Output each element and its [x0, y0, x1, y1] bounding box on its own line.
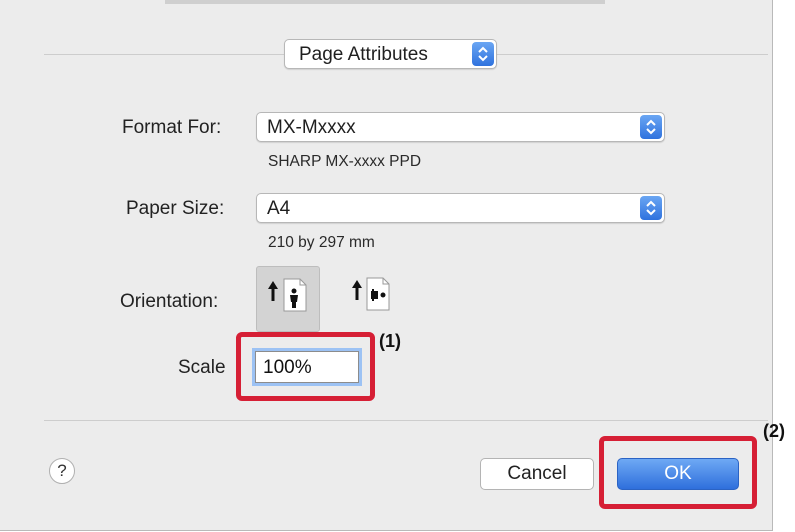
orientation-portrait-button[interactable] — [256, 266, 320, 332]
panel-selector-label: Page Attributes — [299, 44, 428, 65]
highlight-box-scale — [236, 332, 375, 401]
scale-label: Scale — [178, 357, 226, 378]
format-for-popup[interactable]: MX-Mxxxx — [256, 112, 665, 142]
cancel-button[interactable]: Cancel — [480, 458, 594, 490]
paper-size-label: Paper Size: — [126, 198, 225, 219]
popup-stepper-icon — [640, 115, 662, 139]
callout-label-1: (1) — [379, 331, 401, 351]
portrait-icon — [268, 278, 307, 312]
title-bar-edge — [165, 0, 605, 4]
paper-size-value: A4 — [267, 198, 291, 219]
paper-size-popup[interactable]: A4 — [256, 193, 665, 223]
help-button[interactable]: ? — [49, 458, 75, 484]
format-for-description: SHARP MX-xxxx PPD — [268, 153, 422, 170]
format-for-label: Format For: — [122, 117, 222, 138]
format-for-value: MX-Mxxxx — [267, 117, 356, 138]
separator-bottom — [44, 420, 768, 421]
highlight-box-ok — [599, 436, 757, 509]
orientation-label: Orientation: — [120, 291, 219, 312]
landscape-icon — [352, 277, 390, 311]
panel-selector-popup[interactable]: Page Attributes — [284, 39, 497, 69]
popup-stepper-icon — [472, 42, 494, 66]
paper-size-description: 210 by 297 mm — [268, 234, 375, 251]
orientation-landscape-button[interactable] — [343, 266, 407, 332]
popup-stepper-icon — [640, 196, 662, 220]
callout-label-2: (2) — [763, 421, 785, 441]
